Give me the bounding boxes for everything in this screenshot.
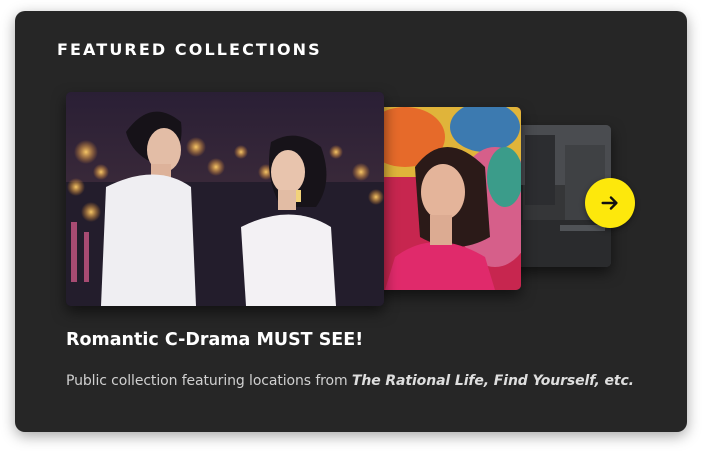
collection-title[interactable]: Romantic C-Drama MUST SEE!: [66, 329, 363, 351]
collection-carousel: [65, 91, 645, 311]
carousel-slide-1[interactable]: [66, 92, 384, 306]
carousel-slide-2[interactable]: [375, 107, 521, 290]
collection-drama-titles: The Rational Life, Find Yourself, etc.: [351, 373, 634, 389]
collection-description: Public collection featuring locations fr…: [66, 372, 634, 390]
carousel-next-button[interactable]: [585, 178, 635, 228]
section-title: FEATURED COLLECTIONS: [57, 40, 322, 59]
collection-description-prefix: Public collection featuring locations fr…: [66, 373, 352, 389]
woman-colorful-image: [375, 107, 521, 290]
featured-collections-card: FEATURED COLLECTIONS Romantic C-Drama MU…: [15, 11, 687, 432]
arrow-right-icon: [601, 196, 618, 210]
couple-night-city-image: [66, 92, 384, 306]
